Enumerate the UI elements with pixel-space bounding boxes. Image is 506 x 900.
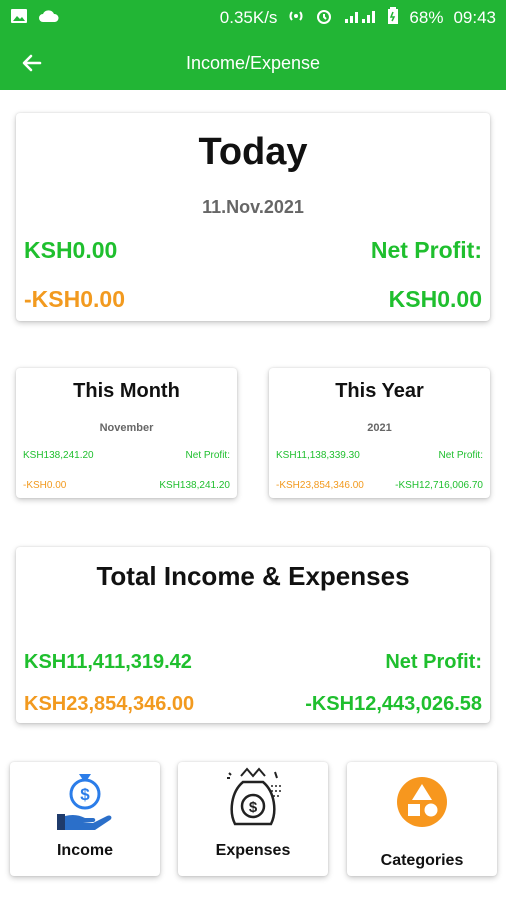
status-bar: 0.35K/s 68% 09:43 xyxy=(0,0,506,36)
categories-label: Categories xyxy=(380,852,464,869)
svg-text:$: $ xyxy=(249,799,258,816)
expenses-label: Expenses xyxy=(215,842,291,859)
total-income: KSH11,411,319.42 xyxy=(24,651,192,673)
income-label: Income xyxy=(56,842,113,859)
month-title: This Month xyxy=(73,380,180,402)
today-title: Today xyxy=(198,131,308,173)
year-title: This Year xyxy=(335,380,424,402)
total-net-profit: -KSH12,443,026.58 xyxy=(305,693,482,715)
svg-text:$: $ xyxy=(80,785,90,804)
cloud-icon xyxy=(38,8,60,29)
month-expense: -KSH0.00 xyxy=(23,480,67,491)
network-speed: 0.35K/s xyxy=(219,8,278,27)
today-net-profit: KSH0.00 xyxy=(388,286,482,312)
expenses-button[interactable]: $ Expenses xyxy=(178,762,328,876)
year-income: KSH11,138,339.30 xyxy=(276,450,360,461)
total-card: Total Income & Expenses KSH11,411,319.42… xyxy=(16,547,490,723)
total-title: Total Income & Expenses xyxy=(96,561,410,591)
income-button[interactable]: $ Income xyxy=(10,762,160,876)
year-net-profit: -KSH12,716,006.70 xyxy=(395,480,483,491)
month-net-profit: KSH138,241.20 xyxy=(159,480,230,491)
year-period: 2021 xyxy=(367,422,392,434)
total-expense: KSH23,854,346.00 xyxy=(24,693,195,715)
categories-button[interactable]: Categories xyxy=(347,762,497,876)
today-card: Today 11.Nov.2021 KSH0.00 Net Profit: -K… xyxy=(16,113,490,321)
alarm-icon xyxy=(315,7,333,30)
year-expense: -KSH23,854,346.00 xyxy=(276,480,364,491)
month-period: November xyxy=(99,422,154,434)
categories-icon xyxy=(397,777,447,827)
clock: 09:43 xyxy=(453,8,496,27)
app-bar: Income/Expense xyxy=(0,36,506,90)
month-net-profit-label: Net Profit: xyxy=(185,450,230,461)
today-income: KSH0.00 xyxy=(24,237,118,263)
year-card[interactable]: This Year 2021 KSH11,138,339.30 Net Prof… xyxy=(269,368,490,498)
money-bag-icon: $ xyxy=(227,767,281,826)
month-card[interactable]: This Month November KSH138,241.20 Net Pr… xyxy=(16,368,237,498)
image-icon xyxy=(10,8,28,29)
today-net-profit-label: Net Profit: xyxy=(370,237,482,263)
today-date: 11.Nov.2021 xyxy=(202,197,304,217)
month-income: KSH138,241.20 xyxy=(23,450,94,461)
back-button[interactable] xyxy=(0,36,64,90)
arrow-left-icon xyxy=(22,54,42,72)
year-net-profit-label: Net Profit: xyxy=(438,450,483,461)
signal-icon xyxy=(343,8,377,29)
total-net-profit-label: Net Profit: xyxy=(385,651,482,673)
battery-percent: 68% xyxy=(409,8,444,27)
money-hand-icon: $ xyxy=(57,774,112,830)
battery-icon xyxy=(387,6,399,30)
page-title: Income/Expense xyxy=(185,52,321,73)
hotspot-icon xyxy=(287,7,305,30)
today-expense: -KSH0.00 xyxy=(24,286,125,312)
